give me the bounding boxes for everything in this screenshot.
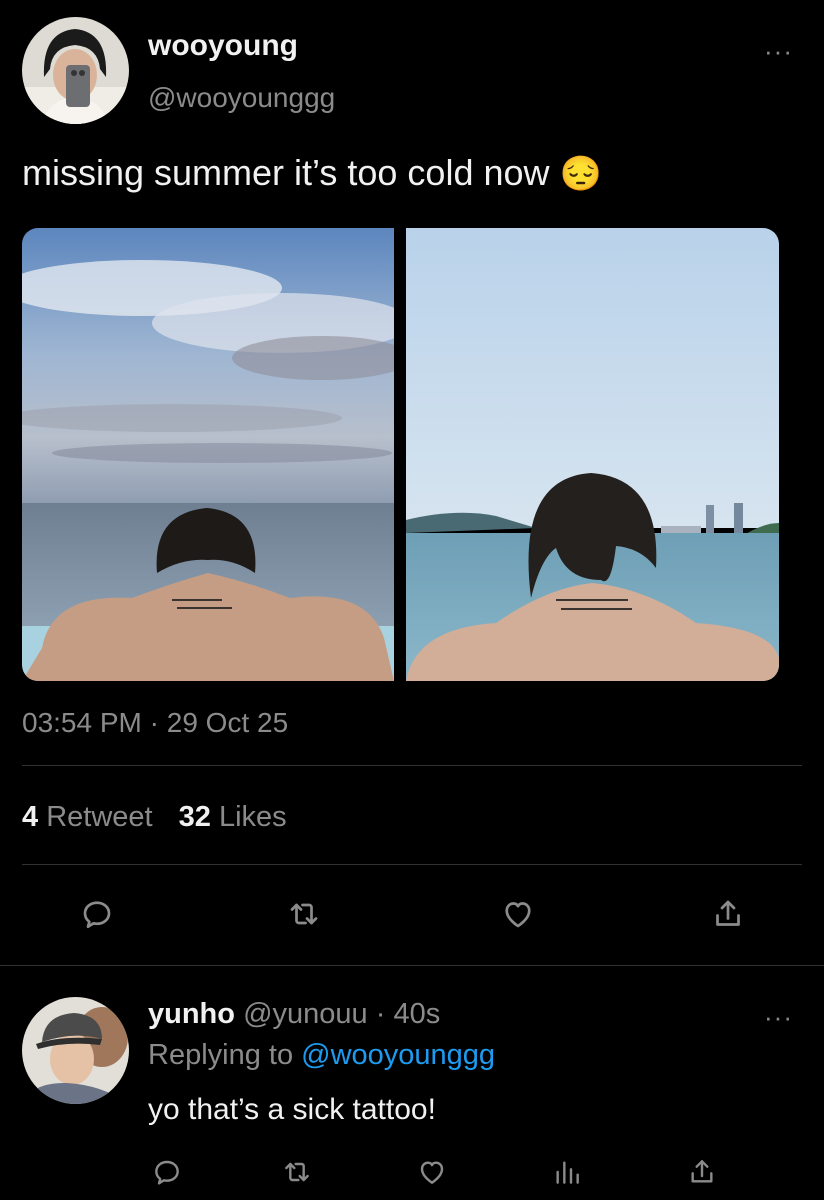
like-icon: [505, 902, 531, 928]
likes-stat[interactable]: 32 Likes: [179, 801, 287, 833]
author-handle[interactable]: @wooyounggg: [148, 82, 335, 114]
divider: [22, 864, 802, 865]
divider: [22, 765, 802, 766]
analytics-icon: [556, 1161, 579, 1184]
tweet-date: 29 Oct 25: [166, 707, 289, 738]
reply-like-button[interactable]: [410, 1150, 454, 1194]
reply-analytics-button[interactable]: [545, 1150, 589, 1194]
retweet-count: 4: [22, 801, 39, 833]
reply-author-name[interactable]: yunho: [148, 998, 235, 1030]
tweet-stats: 4 Retweet 32 Likes: [22, 801, 287, 834]
share-icon: [716, 900, 740, 926]
comment-icon: [83, 901, 111, 929]
tweet-photo-1[interactable]: [22, 228, 394, 681]
like-icon: [420, 1161, 444, 1184]
reply-share-button[interactable]: [680, 1150, 724, 1194]
tweet-photo-2[interactable]: [406, 228, 779, 681]
retweet-button[interactable]: [282, 892, 326, 936]
tweet-date-separator: ·: [149, 707, 159, 738]
reply-retweet-button[interactable]: [275, 1150, 319, 1194]
retweet-icon: [290, 903, 318, 925]
retweet-label: Retweet: [46, 801, 153, 833]
reply-age: 40s: [393, 998, 441, 1030]
share-icon: [691, 1160, 713, 1183]
reply-author-avatar[interactable]: [22, 997, 129, 1104]
like-count: 32: [178, 801, 211, 833]
tweet-time: 03:54 PM: [22, 707, 142, 738]
replying-prefix: Replying to: [148, 1039, 294, 1071]
tweet-text: missing summer it’s too cold now: [22, 152, 550, 193]
reply-reply-button[interactable]: [145, 1150, 189, 1194]
reply-text: yo that’s a sick tattoo!: [148, 1093, 436, 1126]
pensive-emoji-icon: 😔: [559, 155, 602, 193]
share-button[interactable]: [706, 892, 750, 936]
replying-to-handle[interactable]: @wooyounggg: [301, 1039, 495, 1071]
comment-icon: [155, 1160, 179, 1185]
like-button[interactable]: [496, 892, 540, 936]
reply-header: yunho @yunouu · 40s: [148, 998, 440, 1031]
retweet-stat[interactable]: 4 Retweet: [22, 801, 161, 833]
tweet-text-row: missing summer it’s too cold now 😔: [22, 152, 602, 194]
reply-author-handle[interactable]: @yunouu: [243, 998, 368, 1030]
retweet-icon: [285, 1162, 309, 1182]
like-label: Likes: [218, 801, 287, 833]
reply-separator: ·: [375, 998, 386, 1030]
reply-more-icon[interactable]: ···: [764, 1004, 793, 1030]
replying-to-line: Replying to @wooyounggg: [148, 1039, 495, 1072]
author-name[interactable]: wooyoung: [148, 29, 298, 63]
tweet-timestamp: 03:54 PM · 29 Oct 25: [22, 707, 288, 739]
divider-full: [0, 965, 824, 966]
author-avatar[interactable]: [22, 17, 129, 124]
more-icon[interactable]: ···: [764, 38, 793, 64]
reply-button[interactable]: [75, 892, 119, 936]
